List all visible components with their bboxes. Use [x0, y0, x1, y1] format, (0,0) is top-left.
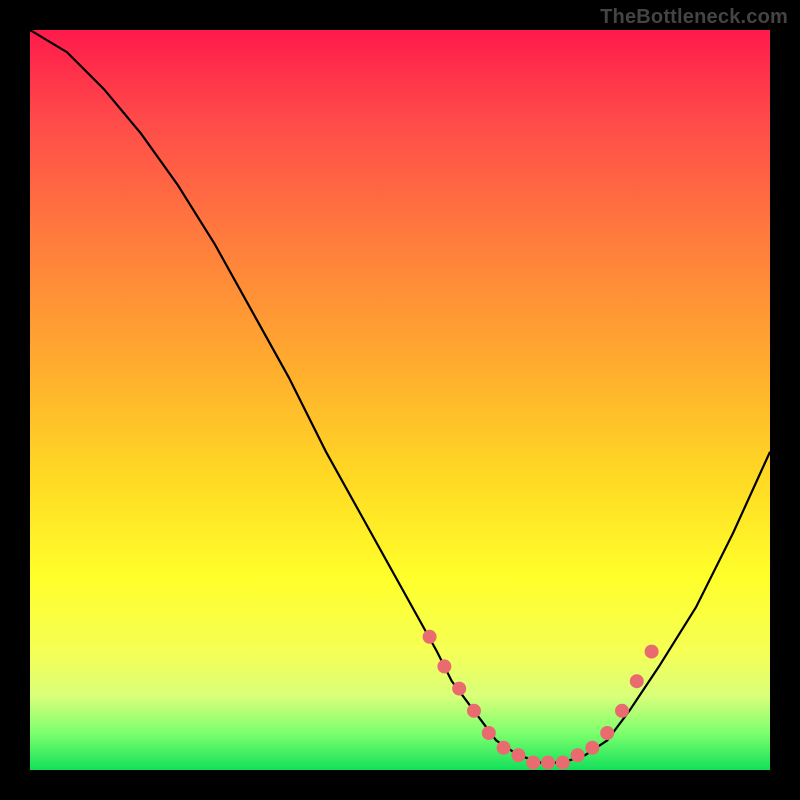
marker-dot	[526, 756, 540, 770]
marker-dot	[556, 756, 570, 770]
marker-dot	[615, 704, 629, 718]
marker-dot	[645, 645, 659, 659]
watermark-text: TheBottleneck.com	[600, 6, 788, 29]
marker-dot	[630, 674, 644, 688]
marker-dot	[585, 741, 599, 755]
marker-dot	[482, 726, 496, 740]
marker-dot	[497, 741, 511, 755]
chart-svg	[30, 30, 770, 770]
marker-dot	[452, 682, 466, 696]
bottleneck-curve	[30, 30, 770, 763]
chart-frame: TheBottleneck.com	[0, 0, 800, 800]
plot-area	[30, 30, 770, 770]
marker-dot	[571, 748, 585, 762]
marker-dot	[541, 756, 555, 770]
marker-dot	[437, 659, 451, 673]
marker-dot	[467, 704, 481, 718]
marker-group	[423, 630, 659, 770]
marker-dot	[423, 630, 437, 644]
marker-dot	[600, 726, 614, 740]
marker-dot	[511, 748, 525, 762]
